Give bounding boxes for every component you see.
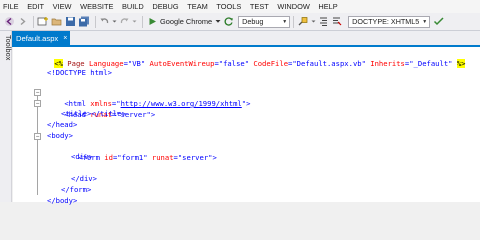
find-icon[interactable] xyxy=(297,15,309,29)
format-document-icon[interactable] xyxy=(318,15,329,29)
toolbar: Google Chrome Debug ▼ DOCTYPE: XHTML5 ▼ xyxy=(0,13,480,31)
toolbar-separator xyxy=(95,15,96,28)
redo-icon[interactable] xyxy=(119,15,130,29)
code-line: </form> xyxy=(61,185,92,194)
code-line: <body> xyxy=(47,131,73,140)
redo-dropdown-icon[interactable] xyxy=(132,15,137,29)
forward-icon[interactable] xyxy=(17,15,28,29)
save-icon[interactable] xyxy=(65,15,76,29)
target-schema-select[interactable]: DOCTYPE: XHTML5 ▼ xyxy=(348,15,431,28)
menu-edit[interactable]: EDIT xyxy=(23,0,48,13)
collapse-toggle-icon[interactable]: − xyxy=(34,133,41,140)
document-tab-strip: Default.aspx × xyxy=(12,31,480,45)
code-line: <% Page Language="VB" AutoEventWireup="f… xyxy=(54,59,466,68)
code-line: <html xmlns="http://www.w3.org/1999/xhtm… xyxy=(47,87,250,108)
menu-team[interactable]: TEAM xyxy=(183,0,212,13)
find-dropdown-icon[interactable] xyxy=(311,15,316,29)
chevron-down-icon: ▼ xyxy=(422,18,428,25)
attr-name: AutoEventWireup xyxy=(149,59,215,68)
toolbar-separator xyxy=(33,15,34,28)
start-debugging-button[interactable]: Google Chrome xyxy=(146,15,223,29)
menu-build[interactable]: BUILD xyxy=(118,0,148,13)
code-line: </head> xyxy=(47,120,78,129)
tag-end: "> xyxy=(241,99,251,108)
back-icon[interactable] xyxy=(4,15,15,29)
menu-window[interactable]: WINDOW xyxy=(273,0,314,13)
run-target-label: Google Chrome xyxy=(160,17,213,26)
collapse-toggle-icon[interactable]: − xyxy=(34,89,41,96)
solution-configuration-select[interactable]: Debug ▼ xyxy=(238,15,291,28)
editor-margin xyxy=(13,47,34,202)
tab-title: Default.aspx xyxy=(16,33,59,43)
menu-website[interactable]: WEBSITE xyxy=(76,0,118,13)
attr-name: CodeFile xyxy=(253,59,289,68)
code-editor[interactable]: − − − <% Page Language="VB" AutoEventWir… xyxy=(13,47,480,205)
close-icon[interactable]: × xyxy=(63,35,67,42)
menu-help[interactable]: HELP xyxy=(314,0,342,13)
attr-name: runat xyxy=(151,153,174,162)
toggle-bookmark-icon[interactable] xyxy=(331,15,342,29)
refresh-icon[interactable] xyxy=(223,15,234,29)
attr-name: Inherits xyxy=(370,59,405,68)
save-all-icon[interactable] xyxy=(78,15,90,29)
new-project-icon[interactable] xyxy=(37,15,49,29)
toolbox-panel[interactable]: Toolbox xyxy=(0,31,12,202)
directive-close: %> xyxy=(456,59,466,68)
target-schema-value: DOCTYPE: XHTML5 xyxy=(352,17,420,26)
tab-default-aspx[interactable]: Default.aspx × xyxy=(12,31,70,45)
code-line: </div> xyxy=(71,174,97,183)
code-line: <title></title> xyxy=(61,109,126,118)
code-line: </body> xyxy=(47,196,78,205)
menu-bar: FILE EDIT VIEW WEBSITE BUILD DEBUG TEAM … xyxy=(0,0,480,13)
validation-icon[interactable] xyxy=(433,15,445,29)
toolbox-label[interactable]: Toolbox xyxy=(1,35,11,61)
menu-tools[interactable]: TOOLS xyxy=(212,0,246,13)
menu-debug[interactable]: DEBUG xyxy=(148,0,183,13)
attr-value: "false" xyxy=(218,59,250,68)
code-line: <!DOCTYPE html> xyxy=(47,68,112,77)
attr-value: "Default.aspx.vb" xyxy=(292,59,366,68)
attr-value: "_Default" xyxy=(409,59,453,68)
menu-test[interactable]: TEST xyxy=(246,0,273,13)
code-line: <div> xyxy=(71,152,93,161)
toolbar-separator xyxy=(142,15,143,28)
play-icon xyxy=(149,18,156,25)
undo-dropdown-icon[interactable] xyxy=(112,15,117,29)
chevron-down-icon[interactable] xyxy=(215,19,221,24)
toolbar-separator xyxy=(293,15,295,28)
attr-value: "VB" xyxy=(127,59,146,68)
configuration-value: Debug xyxy=(242,17,264,26)
open-folder-icon[interactable] xyxy=(51,15,63,29)
attr-value: ="form1" xyxy=(112,153,152,162)
attr-name: id xyxy=(104,153,113,162)
outline-guide xyxy=(37,131,38,195)
menu-file[interactable]: FILE xyxy=(0,0,23,13)
undo-icon[interactable] xyxy=(99,15,110,29)
chevron-down-icon: ▼ xyxy=(282,18,288,25)
attr-value: ="server"> xyxy=(173,153,217,162)
menu-view[interactable]: VIEW xyxy=(48,0,75,13)
collapse-toggle-icon[interactable]: − xyxy=(34,100,41,107)
